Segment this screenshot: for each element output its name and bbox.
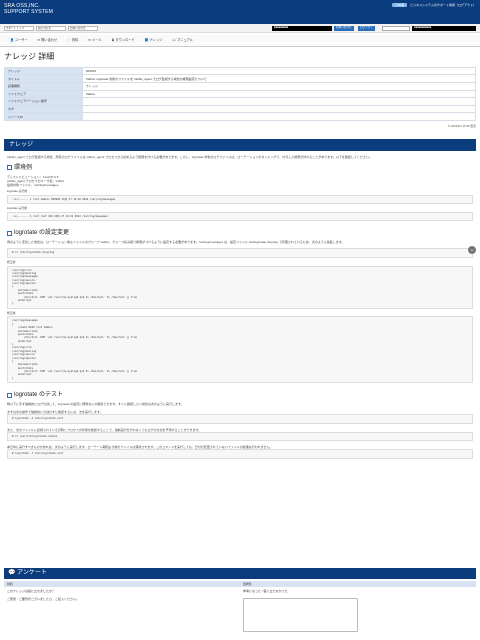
nav-inquiries[interactable]: ✉ 問い合わせ xyxy=(38,38,58,42)
code-test-2: # vi /var/lib/logrotate.status xyxy=(7,431,473,442)
test-heading: logrotate のテスト xyxy=(7,391,473,399)
page-title: ナレッジ 詳細 xyxy=(4,52,55,61)
survey-table: 質問 選択肢 このナレッジは役に立ちましたか？ 参考になった / 役に立たなかっ… xyxy=(4,581,476,634)
nav-knowledge[interactable]: 📘 ナレッジ xyxy=(145,38,163,42)
label-edit-before: 修正前 xyxy=(7,259,16,264)
favorite-link-3[interactable]: お問い合わせ xyxy=(68,26,98,31)
updated-timestamp: ✎ 2015/6/1 15:48 更新 xyxy=(447,123,476,128)
nav-download[interactable]: ⬇ ダウンロード xyxy=(111,38,134,42)
chat-icon: 💬 xyxy=(8,570,16,576)
table-row: ナレッジ 000053 xyxy=(4,66,476,76)
nav-manual[interactable]: 📖 マニュアル xyxy=(172,38,193,42)
nav-mail[interactable]: ✉ メール xyxy=(88,38,101,42)
account-name: ■■■■■■■■■ xyxy=(272,26,332,31)
knowledge-intro: zabbix_agent でログ監視する場合、所有のログファイルは zabbix… xyxy=(7,154,372,159)
favorite-link-1[interactable]: サポートトップ xyxy=(4,26,34,31)
expand-code-button[interactable]: ⌄ xyxy=(468,246,476,254)
survey-answer-1[interactable]: 参考になった / 役に立たなかった xyxy=(240,587,476,595)
survey-row: このナレッジは役に立ちましたか？ 参考になった / 役に立たなかった xyxy=(4,587,476,595)
table-row: 記事種別 ナレッジ xyxy=(4,82,476,91)
main-nav: 👤 ユーザー ✉ 問い合わせ 📄 資料 ✉ メール ⬇ ダウンロード 📘 ナレッ… xyxy=(0,35,480,47)
knowledge-info-table: ナレッジ 000053 タイトル Zabbix: logrotate 対象のファイル… xyxy=(4,66,476,121)
top-link[interactable]: ビジネスシステムのサポート情報（ログアウト） xyxy=(410,3,476,7)
label-after: logrotate 実行後 xyxy=(7,206,28,211)
language-badge[interactable]: 日本語 xyxy=(392,3,408,8)
env-heading: 環境例 xyxy=(7,164,473,172)
table-row: ソフトウェア Zabbix xyxy=(4,89,476,99)
select-box[interactable] xyxy=(382,26,410,31)
section-square-icon xyxy=(7,165,12,171)
code-cmd: # vi /etc/logrotate.d/syslog xyxy=(7,248,473,258)
code-test-3: # logrotate -f /etc/logrotate.conf xyxy=(7,449,473,459)
survey-question-2: ご意見・ご要望がございましたら、ご記入ください。 xyxy=(7,597,80,602)
code-edit-after: /var/log/messages { create 0640 root zab… xyxy=(7,316,473,384)
code-test-1: # logrotate -d /etc/logrotate.conf xyxy=(7,414,473,424)
logout-button[interactable]: ログアウト xyxy=(358,26,375,31)
label-before: logrotate 実行前 xyxy=(7,189,28,193)
feedback-textarea[interactable] xyxy=(243,598,358,633)
knowledge-heading: ナレッジ xyxy=(4,138,476,151)
logrotate-desc: 例のように変化した場合は、ローテーション後もファイルのグループ zabbix、グ… xyxy=(7,240,345,245)
survey-question-1: このナレッジは役に立ちましたか？ xyxy=(7,589,56,593)
edit-icon[interactable]: ✎ xyxy=(448,124,450,128)
survey-row: ご意見・ご要望がございましたら、ご記入ください。 xyxy=(4,595,476,634)
code-after: -rw-------. 1 root root 146 10月 27 14:21… xyxy=(7,211,473,222)
nav-users[interactable]: 👤 ユーザー xyxy=(10,38,28,42)
code-before: -rw-r-----. 1 root zabbix 999999 10月 27 … xyxy=(7,194,473,205)
table-row: リソースID xyxy=(4,112,476,121)
code-edit-before: /var/log/cron /var/log/maillog /var/log/… xyxy=(7,265,473,309)
inquiry-button[interactable]: お問い合わせ xyxy=(334,26,354,31)
account-info: ■■■■■■■■■■■ xyxy=(412,26,476,31)
table-row: ソフトウェアバージョン番号 xyxy=(4,97,476,106)
test-desc-1: 時以下に示す強制的にログ分割して、logrotate の設定に問題ないか確認でき… xyxy=(7,402,184,407)
favorite-link-2[interactable]: 問い合わせ xyxy=(36,26,66,31)
logo-line-2: SUPPORT SYSTEM xyxy=(4,9,54,15)
user-toolbar: サポートトップ 問い合わせ お問い合わせ ■■■■■■■■■ お問い合わせ ログ… xyxy=(0,24,480,33)
main-content: ナレッジ 詳細 ナレッジ 000053 タイトル Zabbix: logrotate… xyxy=(4,50,476,459)
top-right-links: 日本語 ビジネスシステムのサポート情報（ログアウト） xyxy=(392,3,476,8)
survey-answer-2 xyxy=(240,595,476,634)
survey-heading: 💬 アンケート xyxy=(4,568,476,579)
table-row: タグ xyxy=(4,104,476,114)
env-line: 監視対象ファイル：/var/log/messages xyxy=(7,182,59,187)
section-square-icon xyxy=(7,392,12,398)
top-header: SRA OSS,INC. SUPPORT SYSTEM 日本語 ビジネスシステム… xyxy=(0,0,480,24)
section-square-icon xyxy=(7,230,12,236)
table-row: タイトル Zabbix: logrotate 対象のファイルを zabbix_ag… xyxy=(4,74,476,83)
logrotate-heading: logrotate の設定変更 xyxy=(7,229,473,237)
label-edit-after: 修正後 xyxy=(7,310,16,315)
site-logo[interactable]: SRA OSS,INC. SUPPORT SYSTEM xyxy=(4,3,53,15)
nav-documents[interactable]: 📄 資料 xyxy=(67,38,78,42)
